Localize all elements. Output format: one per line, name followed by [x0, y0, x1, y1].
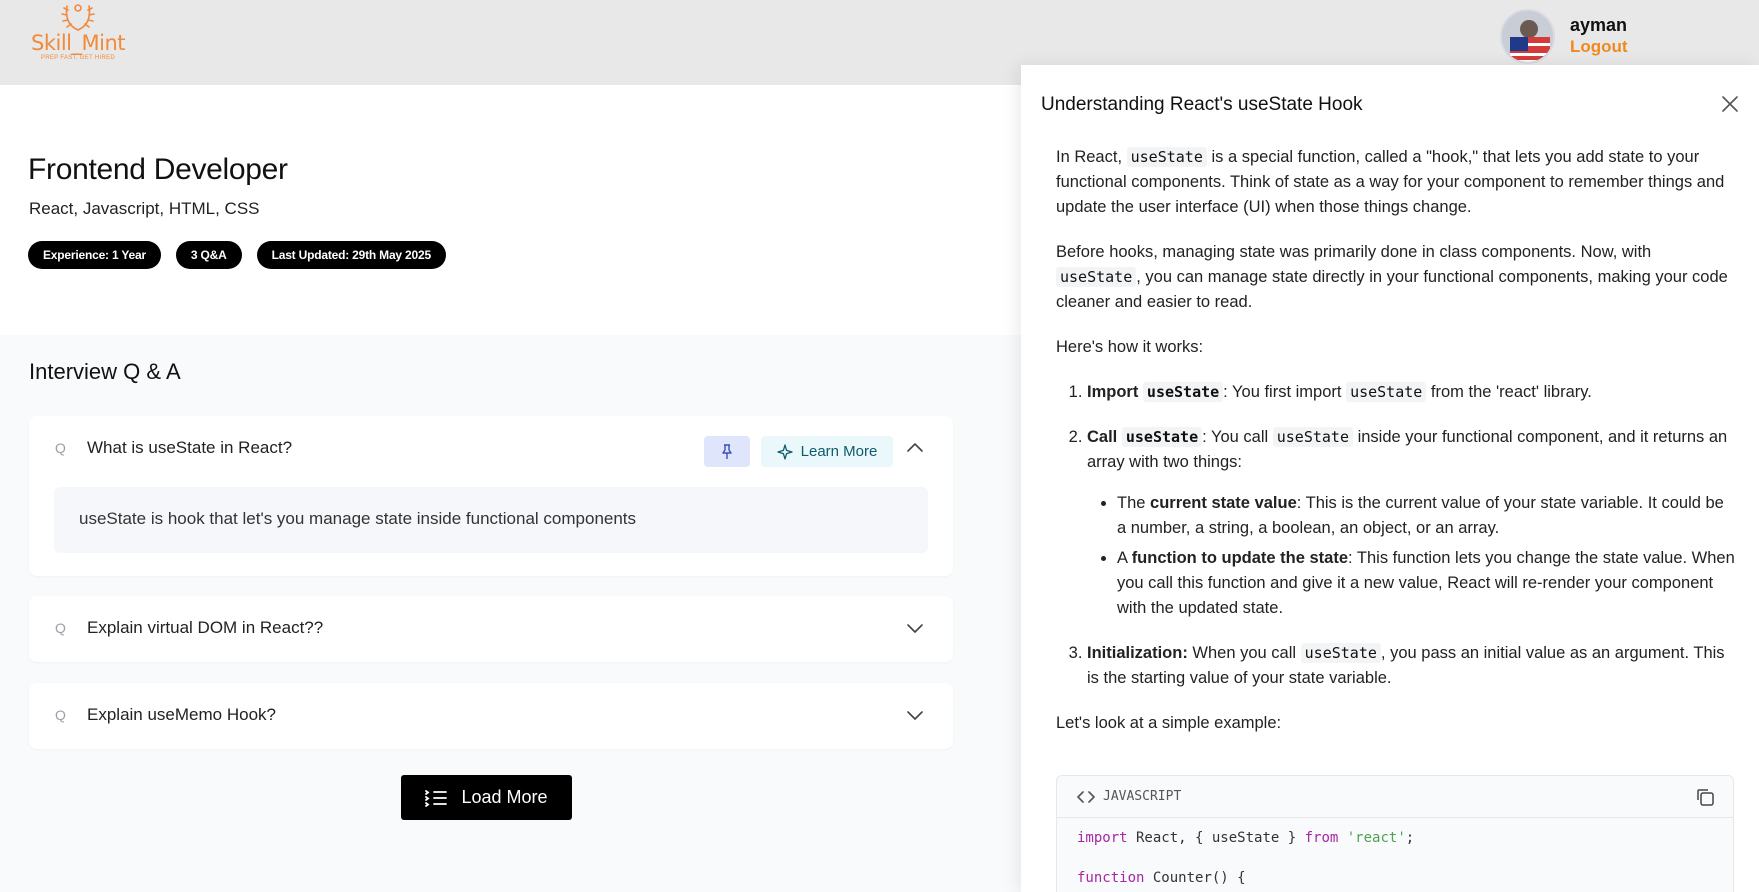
- question-text: Explain virtual DOM in React??: [87, 618, 324, 637]
- pin-button[interactable]: [704, 436, 750, 467]
- brand-tagline: PREP FAST, GET HIRED: [40, 55, 116, 61]
- inline-code: useState: [1272, 427, 1353, 447]
- laurel-icon: [61, 4, 95, 31]
- drawer-paragraph: Before hooks, managing state was primari…: [1056, 240, 1736, 315]
- user-menu: ayman Logout: [1500, 7, 1628, 65]
- close-icon[interactable]: [1721, 95, 1739, 113]
- text-run: : You call: [1202, 428, 1273, 446]
- code-token: from: [1304, 830, 1339, 846]
- text-run: : You first import: [1223, 383, 1347, 401]
- step-label: Import: [1087, 383, 1143, 401]
- text-run: from the 'react' library.: [1426, 383, 1592, 401]
- learn-more-label: Learn More: [800, 443, 878, 460]
- code-icon: [1077, 790, 1095, 803]
- qa-section: Interview Q & A Q What is useState in Re…: [0, 335, 1021, 892]
- drawer-paragraph: Let's look at a simple example:: [1056, 714, 1282, 732]
- section-heading: Interview Q & A: [29, 359, 181, 384]
- code-line: function Counter() {: [1057, 858, 1733, 892]
- last-updated-badge: Last Updated: 29th May 2025: [256, 241, 446, 269]
- brand-name: Skill_Mint: [31, 31, 126, 55]
- code-token: import: [1077, 830, 1128, 846]
- step-label: Initialization:: [1087, 644, 1188, 662]
- step-label: Call: [1087, 428, 1122, 446]
- qa-card: Q Explain virtual DOM in React??: [29, 596, 953, 662]
- inline-code: useState: [1126, 147, 1207, 167]
- qa-card-header[interactable]: Q Explain virtual DOM in React??: [29, 596, 953, 662]
- user-name: ayman: [1570, 15, 1628, 35]
- list-icon: [425, 789, 448, 807]
- user-info: ayman Logout: [1570, 14, 1628, 58]
- list-item: Initialization: When you call useState, …: [1087, 641, 1736, 691]
- code-token: 'react': [1346, 830, 1406, 846]
- main-content: Frontend Developer React, Javascript, HT…: [0, 85, 1021, 892]
- chevron-down-icon[interactable]: [905, 618, 925, 638]
- text-run: Before hooks, managing state was primari…: [1056, 243, 1652, 261]
- code-token: React, { useState }: [1127, 830, 1305, 846]
- qa-card: Q What is useState in React? Learn More: [29, 416, 953, 576]
- text-run: The: [1117, 494, 1151, 512]
- list-item: A function to update the state: This fun…: [1117, 546, 1736, 621]
- qa-card: Q Explain useMemo Hook?: [29, 683, 953, 749]
- learn-more-button[interactable]: Learn More: [761, 436, 893, 467]
- text-run: In React,: [1056, 148, 1127, 166]
- chevron-up-icon[interactable]: [905, 438, 925, 458]
- list-item: Import useState: You first import useSta…: [1087, 380, 1736, 405]
- code-block: JAVASCRIPT import React, { useState } fr…: [1056, 775, 1734, 892]
- question-marker: Q: [55, 440, 66, 456]
- list-item: The current state value: This is the cur…: [1117, 491, 1736, 541]
- drawer-content: In React, useState is a special function…: [1056, 145, 1736, 756]
- drawer-paragraph: In React, useState is a special function…: [1056, 145, 1736, 220]
- inline-code: useState: [1056, 267, 1137, 287]
- inline-code: useState: [1142, 382, 1224, 402]
- brand-logo[interactable]: Skill_Mint PREP FAST, GET HIRED: [28, 2, 128, 74]
- inline-code: useState: [1346, 382, 1427, 402]
- drawer-paragraph: Here's how it works:: [1056, 338, 1204, 356]
- code-line: import React, { useState } from 'react';: [1057, 818, 1733, 858]
- inline-code: useState: [1121, 427, 1203, 447]
- role-tags: Experience: 1 Year 3 Q&A Last Updated: 2…: [28, 241, 446, 269]
- bold-text: function to update the state: [1131, 549, 1349, 567]
- sub-list: The current state value: This is the cur…: [1087, 491, 1736, 621]
- steps-list: Import useState: You first import useSta…: [1056, 380, 1736, 691]
- question-marker: Q: [55, 620, 66, 636]
- question-text: Explain useMemo Hook?: [87, 705, 276, 724]
- page-title: Frontend Developer: [28, 153, 288, 186]
- qa-card-header[interactable]: Q Explain useMemo Hook?: [29, 683, 953, 749]
- role-hero: Frontend Developer React, Javascript, HT…: [0, 85, 1021, 335]
- list-item: Call useState: You call useState inside …: [1087, 425, 1736, 621]
- code-block-header: JAVASCRIPT: [1057, 776, 1733, 818]
- role-skills: React, Javascript, HTML, CSS: [29, 199, 260, 218]
- learn-more-drawer: Understanding React's useState Hook In R…: [1021, 65, 1759, 892]
- question-text: What is useState in React?: [87, 438, 293, 457]
- code-language: JAVASCRIPT: [1103, 789, 1182, 804]
- text-run: When you call: [1187, 644, 1301, 662]
- code-token: Counter() {: [1144, 870, 1246, 886]
- qa-card-header[interactable]: Q What is useState in React? Learn More: [29, 416, 953, 482]
- drawer-title: Understanding React's useState Hook: [1041, 94, 1363, 115]
- code-token: function: [1077, 870, 1145, 886]
- sparkle-icon: [776, 443, 793, 460]
- chevron-down-icon[interactable]: [905, 705, 925, 725]
- pin-icon: [722, 443, 732, 459]
- avatar[interactable]: [1500, 8, 1555, 64]
- logout-link[interactable]: Logout: [1570, 36, 1628, 58]
- load-more-button[interactable]: Load More: [401, 775, 572, 820]
- text-run: A: [1117, 549, 1132, 567]
- copy-icon[interactable]: [1695, 787, 1715, 807]
- text-run: , you can manage state directly in your …: [1056, 268, 1728, 311]
- experience-badge: Experience: 1 Year: [28, 241, 161, 269]
- code-token: ;: [1405, 830, 1415, 846]
- inline-code: useState: [1300, 643, 1381, 663]
- qa-count-badge: 3 Q&A: [175, 241, 242, 269]
- bold-text: current state value: [1150, 494, 1297, 512]
- question-marker: Q: [55, 707, 66, 723]
- load-more-label: Load More: [461, 787, 548, 807]
- answer-text: useState is hook that let's you manage s…: [54, 487, 928, 553]
